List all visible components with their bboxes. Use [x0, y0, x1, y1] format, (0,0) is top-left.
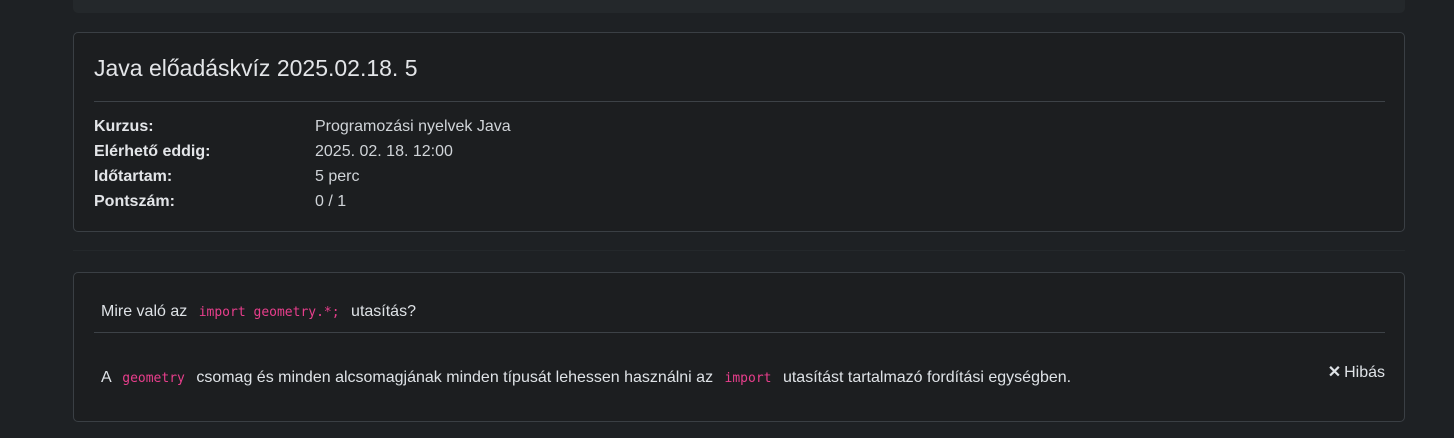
question-card: Mire való az import geometry.*; utasítás…: [73, 272, 1405, 422]
info-row-duration: Időtartam: 5 perc: [94, 164, 511, 189]
divider: [94, 332, 1385, 333]
answer-part-1: A: [101, 369, 111, 386]
section-divider: [73, 250, 1405, 251]
question-text: Mire való az import geometry.*; utasítás…: [101, 303, 416, 321]
info-value: 0 / 1: [315, 193, 347, 210]
info-row-available-until: Elérhető eddig: 2025. 02. 18. 12:00: [94, 139, 511, 164]
answer-part-2: csomag és minden alcsomagjának minden tí…: [196, 369, 714, 386]
info-value: 5 perc: [315, 168, 360, 185]
question-suffix: utasítás?: [351, 303, 416, 320]
answer-status-badge: ✕ Hibás: [1328, 362, 1385, 382]
info-row-course: Kurzus: Programozási nyelvek Java: [94, 114, 511, 139]
info-value: Programozási nyelvek Java: [315, 118, 511, 135]
answer-code-1: geometry: [122, 371, 185, 386]
info-label: Pontszám:: [94, 193, 175, 210]
info-row-score: Pontszám: 0 / 1: [94, 189, 511, 214]
answer-code-2: import: [724, 371, 772, 386]
answer-status-label: Hibás: [1344, 364, 1385, 381]
close-icon: ✕: [1327, 364, 1342, 381]
answer-part-3: utasítást tartalmazó fordítási egységben…: [782, 369, 1072, 386]
info-label: Elérhető eddig:: [94, 143, 211, 160]
previous-card: [73, 0, 1405, 13]
info-value: 2025. 02. 18. 12:00: [315, 143, 453, 160]
quiz-info-list: Kurzus: Programozási nyelvek Java Elérhe…: [94, 114, 511, 214]
question-prefix: Mire való az: [101, 303, 188, 320]
quiz-info-card: Java előadáskvíz 2025.02.18. 5 Kurzus: P…: [73, 32, 1405, 232]
question-code: import geometry.*;: [198, 305, 340, 320]
answer-text: A geometry csomag és minden alcsomagjána…: [101, 369, 1071, 387]
info-label: Időtartam:: [94, 168, 173, 185]
divider: [94, 101, 1385, 102]
quiz-title: Java előadáskvíz 2025.02.18. 5: [94, 55, 418, 81]
info-label: Kurzus:: [94, 118, 154, 135]
